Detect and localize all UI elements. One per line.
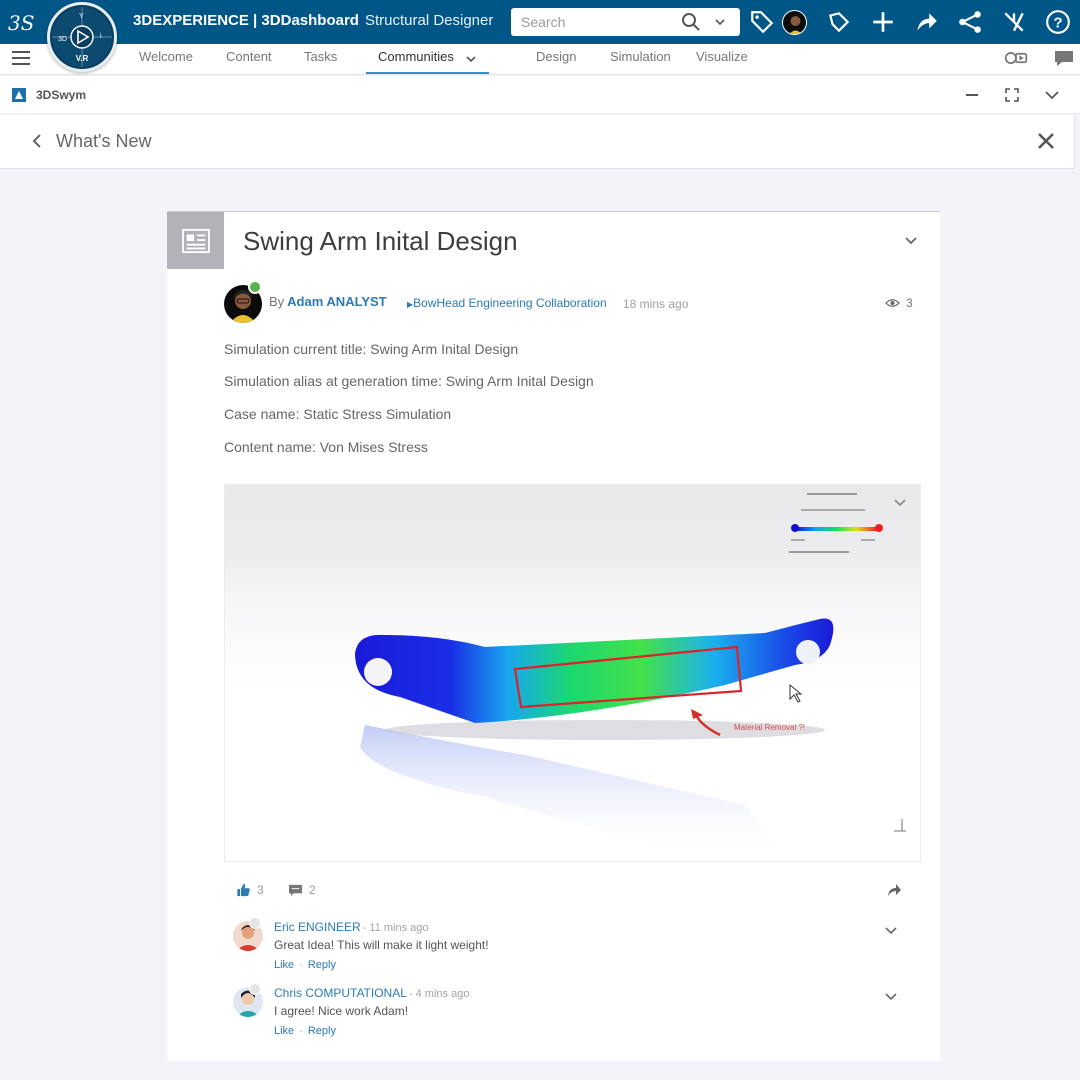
likes-count: 3 — [257, 883, 264, 897]
post-time: 18 mins ago — [623, 297, 689, 311]
comment-icon — [289, 884, 302, 896]
status-dot — [249, 917, 261, 929]
share-icon[interactable] — [913, 9, 939, 35]
tab-simulation[interactable]: Simulation — [610, 49, 671, 64]
chat-icon[interactable] — [1052, 48, 1076, 68]
meta-simulation-alias: Simulation alias at generation time: Swi… — [224, 373, 594, 389]
comment-item: Eric ENGINEER - 11 mins ago Great Idea! T… — [224, 913, 921, 973]
comment-time: - 11 mins ago — [362, 922, 429, 934]
tab-welcome[interactable]: Welcome — [139, 49, 193, 64]
by-label: By — [269, 294, 285, 309]
brand-part: Dashboard — [280, 12, 359, 29]
search-input[interactable] — [511, 14, 671, 30]
comments-count: 2 — [309, 883, 316, 897]
user-avatar[interactable] — [782, 10, 807, 35]
like-button[interactable]: 3 — [236, 883, 264, 897]
reply-link[interactable]: Reply — [308, 959, 336, 971]
comment-actions: Like - Reply — [274, 959, 336, 971]
swing-arm-model — [355, 618, 834, 861]
status-dot — [249, 983, 261, 995]
post-title[interactable]: Swing Arm Inital Design — [243, 226, 518, 257]
brand-part: 3D — [133, 12, 153, 29]
author-line: By Adam ANALYST — [269, 294, 387, 309]
views-count: 3 — [885, 296, 913, 310]
app-brand: 3DEXPERIENCE | 3DDashboard Structural Des… — [133, 12, 493, 29]
article-icon — [167, 212, 224, 269]
annotation-text: Material Removal ?! — [734, 723, 806, 732]
svg-text:3S: 3S — [8, 11, 34, 35]
meta-case-name: Case name: Static Stress Simulation — [224, 406, 452, 422]
top-bar: 3S 3DEXPERIENCE | 3DDashboard Structural … — [0, 0, 1080, 44]
dashboard-tabs: Welcome Content Tasks Communities Design… — [0, 44, 1080, 75]
eye-icon — [885, 299, 900, 307]
tab-communities[interactable]: Communities — [378, 49, 454, 64]
search-box[interactable] — [511, 8, 740, 36]
menu-icon[interactable] — [12, 51, 30, 67]
svg-text:?: ? — [1053, 14, 1062, 31]
reply-link[interactable]: Reply — [308, 1025, 336, 1037]
comment-text: Great Idea! This will make it light weig… — [274, 938, 489, 952]
app-name: Structural Designer — [364, 12, 494, 29]
brand-part: 3D — [261, 12, 281, 29]
back-chevron-icon[interactable] — [30, 133, 44, 149]
chevron-down-icon[interactable] — [1042, 85, 1062, 105]
chevron-down-icon[interactable] — [903, 232, 919, 248]
social-bar: 3 2 — [224, 873, 921, 907]
network-icon[interactable] — [957, 9, 983, 35]
axis-triad-icon — [894, 819, 906, 832]
like-link[interactable]: Like — [274, 1025, 294, 1037]
chevron-down-icon[interactable] — [714, 16, 726, 28]
compass-3d-label: 3D — [58, 36, 67, 43]
close-icon[interactable] — [1036, 131, 1056, 151]
comment-author[interactable]: Eric ENGINEER - 11 mins ago — [274, 920, 429, 934]
label-icon[interactable] — [826, 9, 852, 35]
chevron-down-icon[interactable] — [884, 989, 898, 1003]
comment-author-name[interactable]: Chris COMPUTATIONAL — [274, 986, 407, 1000]
brand-part: EXPERIENCE | — [152, 12, 262, 29]
comment-text: I agree! Nice work Adam! — [274, 1004, 409, 1018]
comments-button[interactable]: 2 — [288, 883, 316, 897]
widget-header: 3DSwym — [0, 76, 1080, 114]
simulation-result-image[interactable]: Material Removal ?! — [224, 484, 921, 862]
tab-visualize[interactable]: Visualize — [696, 49, 748, 64]
search-icon[interactable] — [681, 12, 701, 32]
record-icon[interactable] — [1004, 48, 1028, 68]
comment-time: - 4 mins ago — [408, 988, 470, 1000]
community-link[interactable]: ▶BowHead Engineering Collaboration — [407, 296, 607, 310]
meta-content-name: Content name: Von Mises Stress — [224, 439, 428, 455]
author-link[interactable]: Adam ANALYST — [287, 294, 386, 309]
svg-text:Y: Y — [79, 13, 84, 20]
whats-new-header: What's New — [0, 115, 1075, 169]
share-icon[interactable] — [886, 882, 902, 898]
maximize-icon[interactable] — [1002, 85, 1022, 105]
tag-icon[interactable] — [749, 9, 775, 35]
thumbs-up-icon — [237, 883, 250, 897]
views-number: 3 — [906, 296, 913, 310]
compass-button[interactable]: 3D V.R Y i — [47, 2, 117, 72]
comment-actions: Like - Reply — [274, 1025, 336, 1037]
chevron-down-icon[interactable] — [884, 923, 898, 937]
tab-design[interactable]: Design — [536, 49, 576, 64]
widget-title: 3DSwym — [36, 88, 87, 102]
compass-vr-label: V.R — [76, 54, 89, 63]
chevron-down-icon[interactable] — [465, 53, 477, 65]
comment-author-name[interactable]: Eric ENGINEER — [274, 920, 361, 934]
dassault-logo-icon[interactable]: 3S — [6, 6, 38, 38]
3dswym-logo-icon — [12, 88, 26, 102]
like-link[interactable]: Like — [274, 959, 294, 971]
minimize-icon[interactable] — [962, 85, 982, 105]
help-icon[interactable]: ? — [1045, 9, 1071, 35]
community-icon[interactable] — [1001, 9, 1027, 35]
meta-simulation-title: Simulation current title: Swing Arm Init… — [224, 341, 519, 357]
tab-tasks[interactable]: Tasks — [304, 49, 337, 64]
plus-icon[interactable] — [870, 9, 896, 35]
comment-author[interactable]: Chris COMPUTATIONAL - 4 mins ago — [274, 986, 469, 1000]
comment-item: Chris COMPUTATIONAL - 4 mins ago I agree!… — [224, 979, 921, 1039]
tab-content[interactable]: Content — [226, 49, 272, 64]
community-name[interactable]: BowHead Engineering Collaboration — [413, 296, 606, 310]
panel-title: What's New — [56, 131, 152, 151]
verified-badge — [248, 280, 262, 294]
post-card: Swing Arm Inital Design By Adam ANALYST ▶… — [167, 211, 940, 1061]
active-tab-indicator — [366, 72, 489, 74]
